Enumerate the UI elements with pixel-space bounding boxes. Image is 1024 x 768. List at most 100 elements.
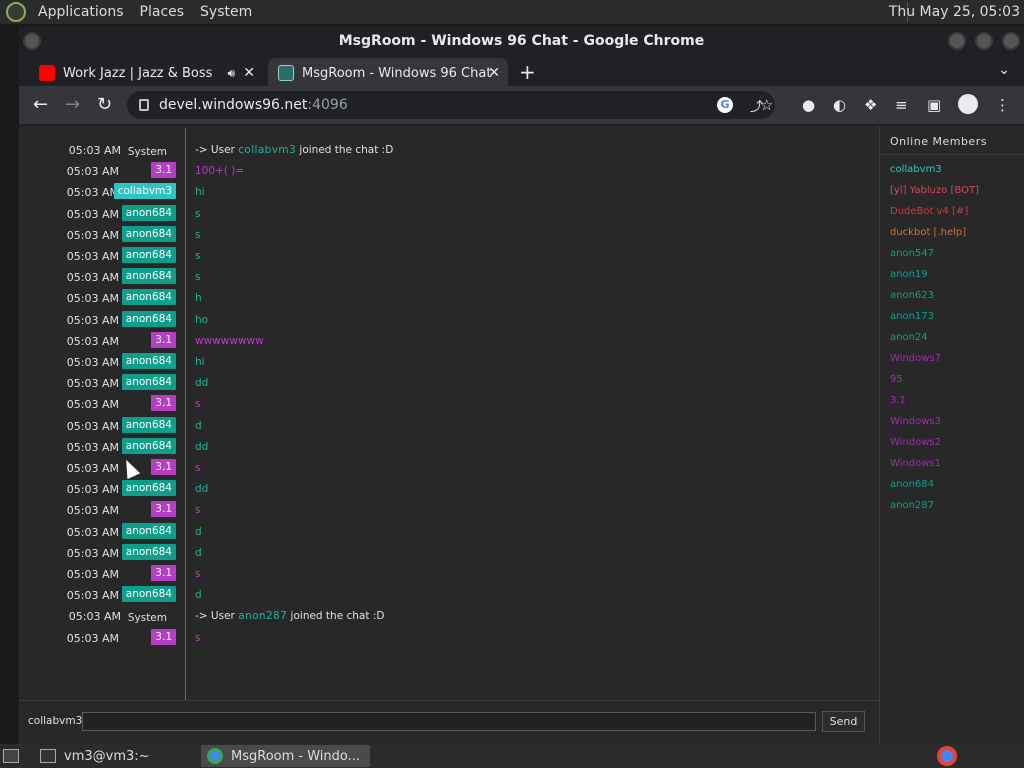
message-author-badge[interactable]: anon684 (121, 247, 176, 263)
member-item[interactable]: [yl] Yabluzo [BOT] (890, 185, 979, 196)
forward-icon[interactable]: → (65, 94, 80, 115)
member-item[interactable]: Windows2 (890, 437, 941, 448)
member-item[interactable]: Windows3 (890, 416, 941, 427)
message-timestamp: 05:03 AM (66, 525, 119, 539)
message-author-badge[interactable]: anon684 (121, 310, 176, 327)
chat-message-row: 05:03 AM 3.1 s (19, 564, 879, 585)
member-item[interactable]: anon287 (890, 500, 934, 511)
extension-globe-icon[interactable]: ◐ (833, 96, 846, 114)
message-author-badge[interactable]: collabvm3 (113, 183, 176, 200)
message-text: ho (195, 313, 209, 326)
message-author-badge[interactable]: 3.1 (151, 565, 176, 581)
composer-username[interactable]: collabvm3 (28, 715, 82, 727)
message-author-badge[interactable]: anon684 (121, 586, 176, 603)
message-author-badge[interactable]: anon684 (121, 353, 176, 369)
tab-work-jazz[interactable]: Work Jazz | Jazz & Bossa N 🔊︎ ✕ (19, 58, 263, 88)
joined-username[interactable]: collabvm3 (238, 144, 296, 156)
member-item[interactable]: anon623 (890, 290, 934, 301)
timestamp-divider (185, 128, 186, 700)
member-item[interactable]: anon24 (890, 332, 928, 343)
message-author-badge[interactable]: 3.1 (151, 331, 176, 348)
message-input[interactable] (82, 712, 816, 731)
bookmark-star-icon[interactable]: ☆ (760, 96, 773, 114)
maximize-icon[interactable] (975, 32, 993, 50)
close-tab-icon[interactable]: ✕ (488, 65, 500, 81)
message-author-badge[interactable]: anon684 (121, 225, 176, 242)
reload-icon[interactable]: ↻ (97, 94, 112, 115)
member-item[interactable]: Windows7 (890, 353, 941, 364)
joined-username[interactable]: anon287 (238, 610, 287, 622)
send-button[interactable]: Send (822, 711, 865, 732)
member-item[interactable]: anon684 (890, 479, 934, 490)
message-list[interactable]: 05:03 AM System -> User collabvm3 joined t… (19, 126, 879, 700)
message-author-badge[interactable]: anon684 (121, 289, 176, 306)
close-tab-icon[interactable]: ✕ (243, 65, 255, 81)
member-item[interactable]: 95 (890, 374, 903, 385)
minimize-icon[interactable] (948, 32, 966, 50)
message-timestamp: 05:03 AM (66, 228, 119, 242)
member-item[interactable]: collabvm3 (890, 164, 942, 175)
address-bar[interactable]: devel.windows96.net:4096 G ⤴ (127, 91, 775, 119)
member-item[interactable]: Windows1 (890, 458, 941, 469)
taskbar-item-terminal[interactable]: vm3@vm3:~ (34, 745, 196, 767)
message-author-badge[interactable]: 3.1 (151, 501, 176, 518)
message-author-badge[interactable]: anon684 (121, 204, 176, 221)
message-text: d (195, 525, 202, 538)
message-author-badge[interactable]: anon684 (121, 522, 176, 539)
places-menu[interactable]: Places (136, 4, 189, 20)
side-panel-icon[interactable]: ▣ (927, 96, 941, 114)
google-icon[interactable]: G (717, 97, 733, 113)
profile-avatar-icon[interactable] (958, 94, 978, 114)
message-author-badge[interactable]: 3.1 (151, 162, 176, 179)
message-author-badge[interactable]: 3.1 (151, 459, 176, 475)
new-tab-icon[interactable]: + (519, 60, 536, 84)
show-desktop-icon[interactable] (3, 749, 19, 763)
applications-menu[interactable]: Applications (34, 4, 128, 20)
message-author-badge[interactable]: anon684 (121, 543, 176, 560)
panel-clock[interactable]: Thu May 25, 05:03 (889, 4, 1020, 20)
speaker-icon[interactable]: 🔊︎ (227, 66, 235, 81)
close-window-icon[interactable] (1002, 32, 1020, 50)
browser-toolbar: ← → ↻ devel.windows96.net:4096 G ⤴ ☆ ● ◐… (19, 86, 1024, 124)
media-queue-icon[interactable]: ≡ (895, 96, 908, 114)
chevron-down-icon[interactable]: ⌄ (998, 62, 1010, 78)
back-icon[interactable]: ← (33, 94, 48, 115)
member-item[interactable]: 3.1 (890, 395, 906, 406)
message-timestamp: 05:03 AM (66, 504, 119, 518)
chat-message-row: 05:03 AM anon684 s (19, 246, 879, 267)
online-members-panel: Online Members collabvm3 [yl] Yabluzo [BO… (879, 126, 1024, 744)
system-menu[interactable]: System (196, 4, 256, 20)
gnome-foot-icon[interactable] (6, 2, 26, 22)
taskbar-item-chrome[interactable]: MsgRoom - Windo... (201, 745, 370, 767)
member-item[interactable]: duckbot [.help] (890, 227, 966, 238)
message-author-badge[interactable]: anon684 (121, 437, 176, 454)
system-text: -> User (195, 610, 239, 623)
message-timestamp: 05:03 AM (66, 398, 119, 412)
member-item[interactable]: anon547 (890, 248, 934, 259)
member-item[interactable]: DudeBot v4 [#] (890, 206, 968, 217)
message-timestamp: 05:03 AM (66, 462, 119, 475)
message-author-badge[interactable]: 3.1 (151, 395, 176, 412)
message-author-badge[interactable]: System (124, 610, 171, 626)
window-menu-icon[interactable] (23, 32, 41, 50)
tab-label: MsgRoom - Windows 96 Chat (302, 65, 492, 81)
extensions-puzzle-icon[interactable]: ❖ (864, 96, 877, 114)
message-text: wwwwwwww (195, 334, 264, 347)
lock-icon[interactable] (139, 99, 149, 111)
message-author-badge[interactable]: anon684 (121, 268, 176, 285)
tab-msgroom[interactable]: MsgRoom - Windows 96 Chat ✕ (268, 58, 508, 88)
message-author-badge[interactable]: System (124, 144, 171, 160)
message-text: dd (195, 440, 209, 453)
message-author-badge[interactable]: anon684 (121, 416, 176, 433)
member-item[interactable]: anon173 (890, 311, 934, 322)
message-author-badge[interactable]: 3.1 (151, 628, 176, 645)
message-text: hi (195, 356, 205, 368)
chat-message-row: 05:03 AM anon684 dd (19, 479, 879, 500)
tray-chrome-icon[interactable] (937, 746, 957, 766)
message-author-badge[interactable]: anon684 (121, 374, 176, 391)
kebab-menu-icon[interactable]: ⋮ (995, 96, 1010, 114)
member-item[interactable]: anon19 (890, 269, 928, 280)
window-titlebar[interactable]: MsgRoom - Windows 96 Chat - Google Chrom… (19, 26, 1024, 56)
message-author-badge[interactable]: anon684 (121, 480, 176, 497)
extension-mouse-icon[interactable]: ● (802, 96, 815, 114)
